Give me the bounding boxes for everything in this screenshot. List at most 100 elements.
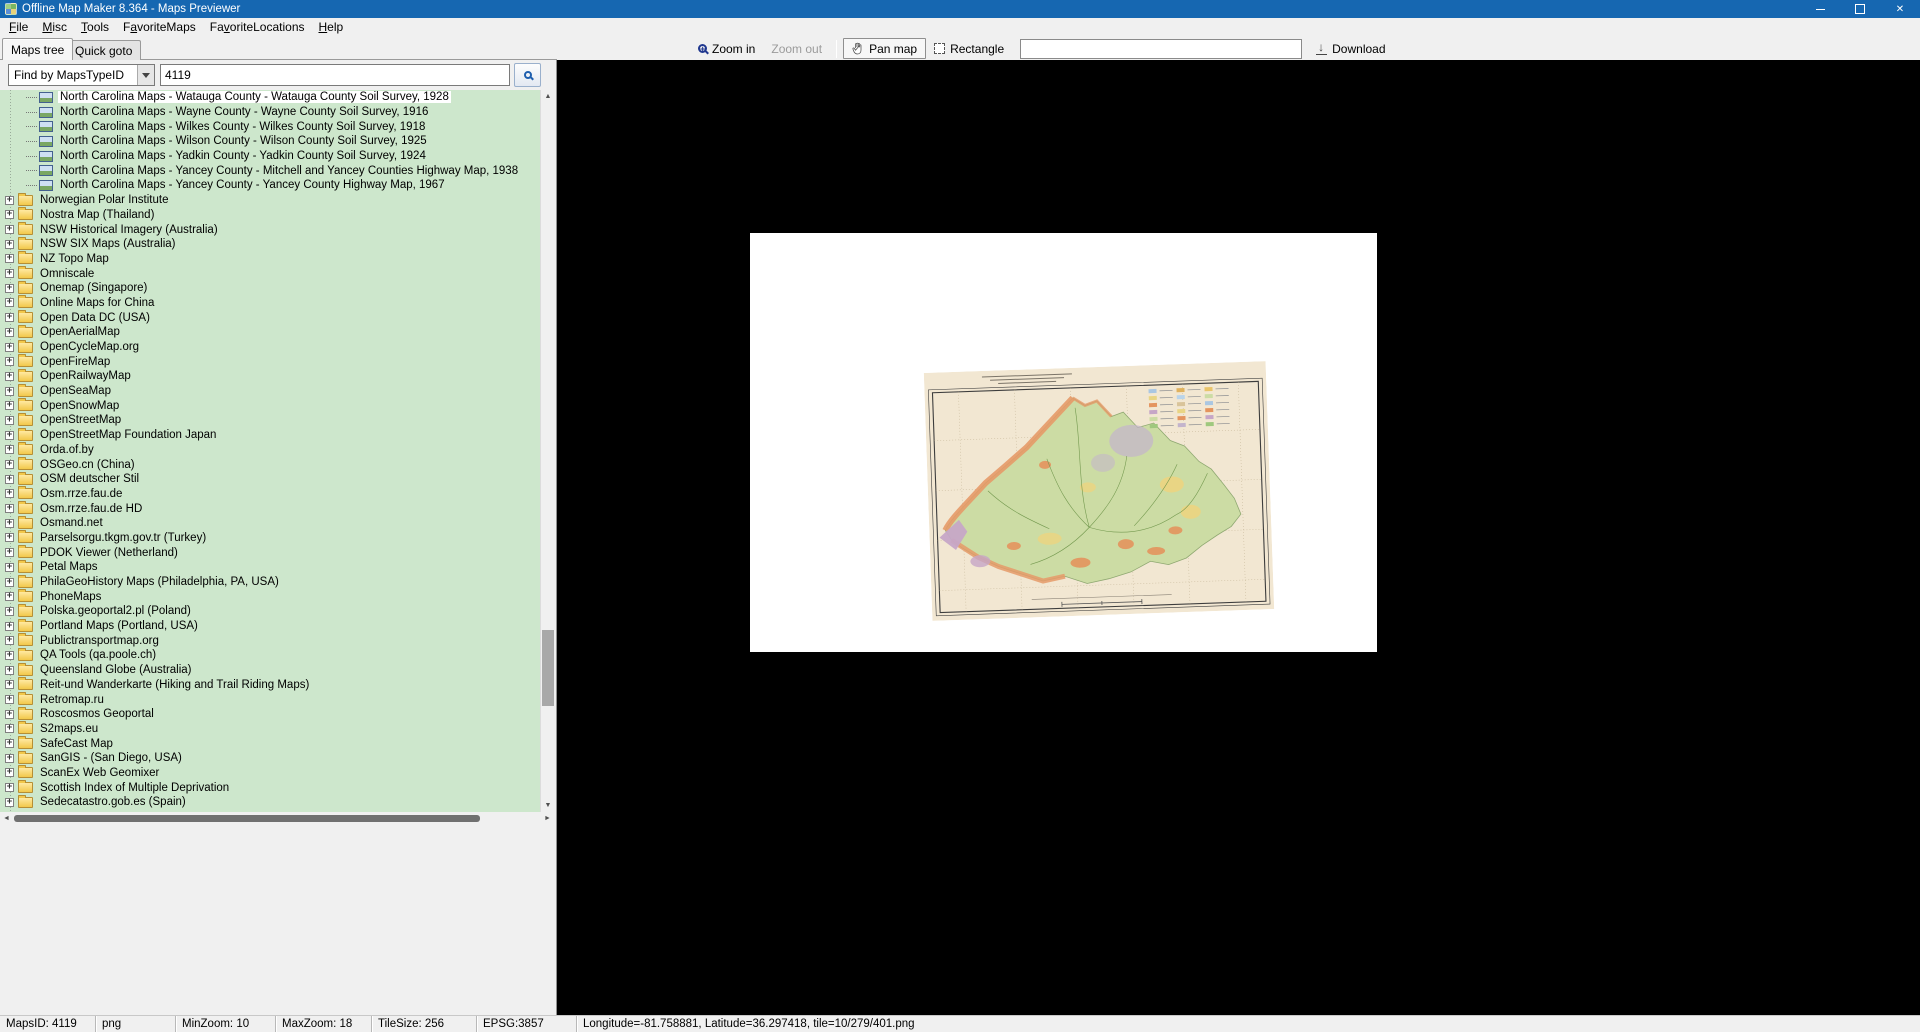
tree-item[interactable]: Polska.geoportal2.pl (Poland) [0,604,540,619]
menu-item[interactable]: FavoriteMaps [116,19,203,35]
expand-plus-icon[interactable] [5,298,14,307]
minimize-button[interactable] [1800,0,1840,18]
expand-plus-icon[interactable] [5,724,14,733]
expand-plus-icon[interactable] [5,387,14,396]
expand-plus-icon[interactable] [5,254,14,263]
menu-item[interactable]: File [2,19,35,35]
expand-plus-icon[interactable] [5,284,14,293]
tree-item[interactable]: Portland Maps (Portland, USA) [0,619,540,634]
download-button[interactable]: Download [1308,38,1393,59]
tree-item[interactable]: North Carolina Maps - Wilkes County - Wi… [0,119,540,134]
expand-plus-icon[interactable] [5,768,14,777]
tree-item[interactable]: PhilaGeoHistory Maps (Philadelphia, PA, … [0,575,540,590]
expand-plus-icon[interactable] [5,666,14,675]
tab-quick-goto[interactable]: Quick goto [66,40,141,60]
tab-maps-tree[interactable]: Maps tree [2,38,73,60]
menu-item[interactable]: Tools [74,19,116,35]
scroll-right-icon[interactable] [541,812,554,825]
rectangle-button[interactable]: Rectangle [926,38,1012,59]
map-page[interactable] [750,233,1377,652]
tree-item[interactable]: Retromap.ru [0,692,540,707]
expand-plus-icon[interactable] [5,401,14,410]
tree-item[interactable]: ScanEx Web Geomixer [0,766,540,781]
tree-item[interactable]: OpenCycleMap.org [0,340,540,355]
tree-item[interactable]: NZ Topo Map [0,252,540,267]
tree-item[interactable]: Scottish Index of Multiple Deprivation [0,780,540,795]
expand-plus-icon[interactable] [5,269,14,278]
tree-item[interactable]: Onemap (Singapore) [0,281,540,296]
tree-item[interactable]: Reit-und Wanderkarte (Hiking and Trail R… [0,678,540,693]
tree-item[interactable]: Publictransportmap.org [0,633,540,648]
expand-plus-icon[interactable] [5,489,14,498]
tree-item[interactable]: Orda.of.by [0,443,540,458]
tree-item[interactable]: North Carolina Maps - Yancey County - Ya… [0,178,540,193]
menu-item[interactable]: FavoriteLocations [203,19,312,35]
expand-plus-icon[interactable] [5,578,14,587]
expand-plus-icon[interactable] [5,622,14,631]
expand-plus-icon[interactable] [5,475,14,484]
tree-item[interactable]: OpenFireMap [0,354,540,369]
expand-plus-icon[interactable] [5,592,14,601]
tree-item[interactable]: Sedecatastro.gob.es (Spain) [0,795,540,810]
vertical-scroll-thumb[interactable] [542,630,554,706]
expand-plus-icon[interactable] [5,431,14,440]
download-range-input[interactable] [1020,39,1302,59]
tree-item[interactable]: S2maps.eu [0,722,540,737]
tree-item[interactable]: Roscosmos Geoportal [0,707,540,722]
expand-plus-icon[interactable] [5,519,14,528]
scroll-down-icon[interactable] [541,799,555,812]
search-button[interactable] [514,63,541,87]
tree-item[interactable]: Open Data DC (USA) [0,310,540,325]
tree-item[interactable]: North Carolina Maps - Wayne County - Way… [0,105,540,120]
expand-plus-icon[interactable] [5,328,14,337]
expand-plus-icon[interactable] [5,783,14,792]
expand-plus-icon[interactable] [5,607,14,616]
scroll-left-icon[interactable] [0,812,13,825]
tree-item[interactable]: Queensland Globe (Australia) [0,663,540,678]
tree-item[interactable]: OpenAerialMap [0,325,540,340]
tree-item[interactable]: North Carolina Maps - Yadkin County - Ya… [0,149,540,164]
expand-plus-icon[interactable] [5,372,14,381]
expand-plus-icon[interactable] [5,357,14,366]
expand-plus-icon[interactable] [5,416,14,425]
tree-item[interactable]: OpenStreetMap Foundation Japan [0,428,540,443]
close-button[interactable] [1880,0,1920,18]
tree-item[interactable]: Osmand.net [0,516,540,531]
tree-item[interactable]: OpenStreetMap [0,413,540,428]
expand-plus-icon[interactable] [5,533,14,542]
expand-plus-icon[interactable] [5,196,14,205]
tree-item[interactable]: NSW SIX Maps (Australia) [0,237,540,252]
map-preview-panel[interactable] [557,60,1920,1015]
tree-item[interactable]: Osm.rrze.fau.de [0,487,540,502]
tree-item[interactable]: OSGeo.cn (China) [0,457,540,472]
tree-item[interactable]: QA Tools (qa.poole.ch) [0,648,540,663]
tree-item[interactable]: Norwegian Polar Institute [0,193,540,208]
find-by-dropdown[interactable]: Find by MapsTypeID [8,64,155,86]
expand-plus-icon[interactable] [5,563,14,572]
tree-item[interactable]: OSM deutscher Stil [0,472,540,487]
tree-item[interactable]: North Carolina Maps - Watauga County - W… [0,90,540,105]
expand-plus-icon[interactable] [5,636,14,645]
horizontal-scroll-thumb[interactable] [14,815,480,822]
expand-plus-icon[interactable] [5,695,14,704]
menu-item[interactable]: Misc [35,19,74,35]
expand-plus-icon[interactable] [5,504,14,513]
tree-item[interactable]: Online Maps for China [0,296,540,311]
expand-plus-icon[interactable] [5,710,14,719]
pan-map-button[interactable]: Pan map [843,38,926,59]
expand-plus-icon[interactable] [5,548,14,557]
zoom-in-button[interactable]: Zoom in [690,38,763,59]
tree-item[interactable]: PhoneMaps [0,589,540,604]
scroll-up-icon[interactable] [541,90,555,103]
tree-item[interactable]: North Carolina Maps - Wilson County - Wi… [0,134,540,149]
search-input[interactable] [160,64,510,86]
chevron-down-icon[interactable] [137,65,154,85]
tree-item[interactable]: SafeCast Map [0,736,540,751]
tree-item[interactable]: SanGIS - (San Diego, USA) [0,751,540,766]
expand-plus-icon[interactable] [5,739,14,748]
tree-item[interactable]: Omniscale [0,266,540,281]
menu-item[interactable]: Help [312,19,351,35]
expand-plus-icon[interactable] [5,240,14,249]
tree-item[interactable]: OpenSeaMap [0,384,540,399]
tree-item[interactable]: Petal Maps [0,560,540,575]
